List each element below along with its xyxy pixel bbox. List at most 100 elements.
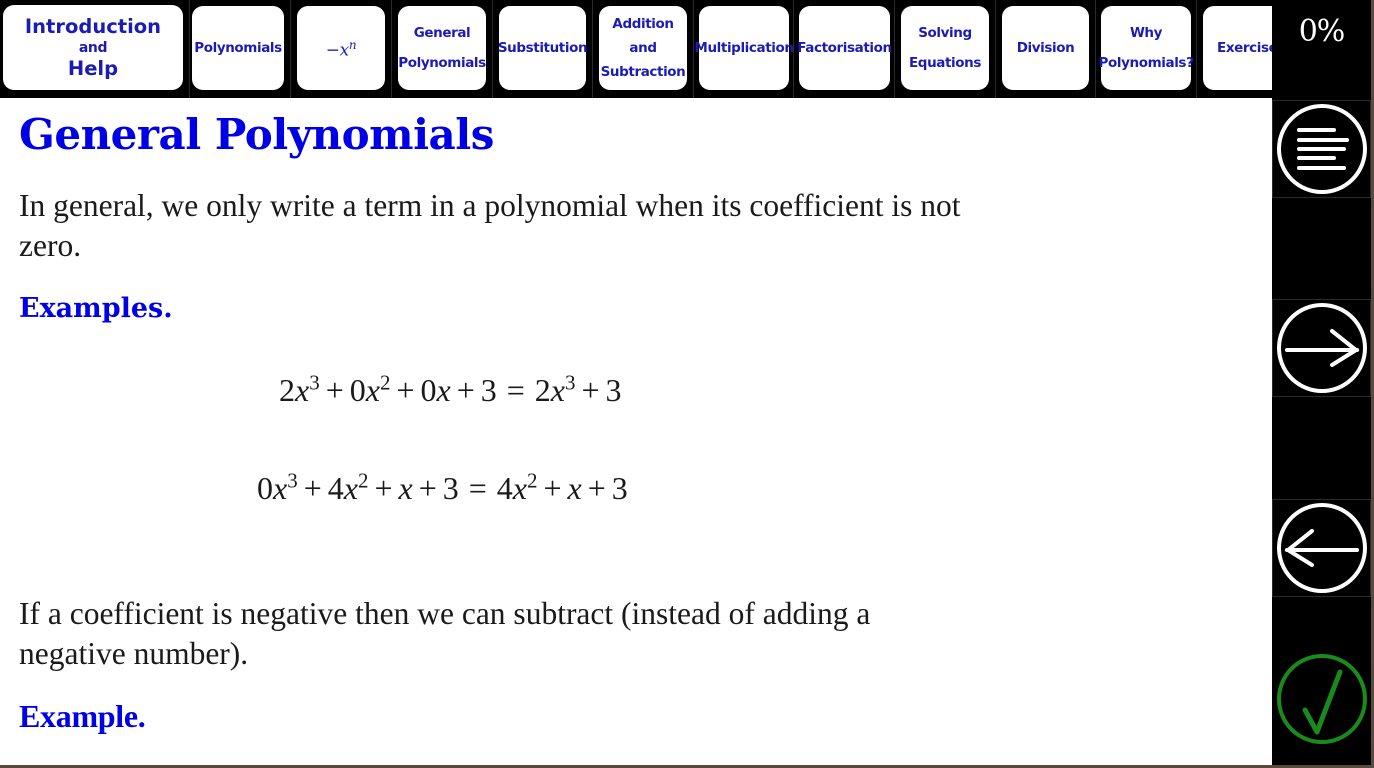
- tab-label-line: Multiplication: [694, 40, 794, 56]
- variable: x: [398, 470, 413, 506]
- tab-label-line: and: [629, 40, 657, 56]
- tab-label-line: Exercises: [1217, 40, 1272, 56]
- coefficient: 3: [611, 470, 628, 506]
- next-page-button[interactable]: [1272, 299, 1371, 397]
- operator: +: [456, 372, 475, 408]
- operator: +: [303, 470, 322, 506]
- tab-negative-x-power-n[interactable]: −xn: [291, 0, 392, 98]
- term: x: [568, 470, 582, 506]
- negative-coefficient-paragraph: If a coefficient is negative then we can…: [19, 596, 871, 671]
- top-navigation-bar: Introduction and Help Polynomials −xn Ge…: [0, 0, 1272, 98]
- variable: x: [343, 470, 358, 506]
- tab-solving-equations[interactable]: Solving Equations: [895, 0, 996, 98]
- right-sidebar: 0%: [1272, 0, 1371, 768]
- examples-heading: Examples.: [19, 293, 173, 324]
- arrow-left-icon: [1276, 503, 1367, 593]
- coefficient: 4: [496, 470, 513, 506]
- term: 3: [612, 470, 628, 506]
- exponent: 3: [309, 370, 320, 395]
- tab-negative-x-power-n-button[interactable]: −xn: [297, 6, 385, 90]
- tab-factorisation[interactable]: Factorisation: [794, 0, 895, 98]
- tab-general-polynomials-button[interactable]: General Polynomials: [398, 6, 486, 90]
- coefficient: 3: [605, 372, 622, 408]
- math-superscript: n: [348, 38, 357, 53]
- tab-division-button[interactable]: Division: [1002, 6, 1089, 90]
- exponent: 3: [287, 468, 298, 493]
- term: 0x3: [257, 470, 298, 506]
- term: 3: [443, 470, 459, 506]
- coefficient: 2: [534, 372, 551, 408]
- previous-page-button[interactable]: [1272, 499, 1371, 597]
- tab-division[interactable]: Division: [996, 0, 1096, 98]
- coefficient: 3: [480, 372, 497, 408]
- equals-sign: =: [468, 470, 487, 506]
- tab-multiplication[interactable]: Multiplication: [694, 0, 794, 98]
- progress-percentage: 0%: [1298, 14, 1346, 49]
- tab-general-polynomials[interactable]: General Polynomials: [392, 0, 493, 98]
- tab-label-line: Subtraction: [600, 64, 686, 80]
- variable: x: [512, 470, 527, 506]
- equation-2: 0x3 +4x2 + x +3 = 4x2 + x +3: [257, 468, 628, 508]
- contents-button[interactable]: [1272, 100, 1371, 198]
- variable: x: [295, 372, 310, 408]
- tab-label-line: Factorisation: [797, 40, 892, 56]
- operator: +: [396, 372, 415, 408]
- equals-sign: =: [506, 372, 525, 408]
- tab-label-line: Substitution: [497, 40, 588, 56]
- tab-label-line: and: [78, 39, 108, 56]
- tab-substitution[interactable]: Substitution: [493, 0, 593, 98]
- tab-label-line: Why: [1129, 25, 1163, 41]
- tab-multiplication-button[interactable]: Multiplication: [694, 6, 794, 90]
- variable: x: [550, 372, 565, 408]
- tab-why-polynomials-button[interactable]: Why Polynomials?: [1099, 6, 1194, 90]
- tab-factorisation-button[interactable]: Factorisation: [797, 6, 892, 90]
- checkmark-icon: [1276, 654, 1367, 744]
- tab-introduction-button[interactable]: Introduction and Help: [3, 5, 183, 90]
- tab-label-line: Polynomials: [194, 40, 282, 56]
- intro-paragraph: In general, we only write a term in a po…: [19, 188, 961, 263]
- term: 2x3: [535, 372, 576, 408]
- tab-label-line: Polynomials: [398, 55, 486, 71]
- tab-addition-and-subtraction[interactable]: Addition and Subtraction: [593, 0, 694, 98]
- tab-label-line: Solving: [918, 25, 972, 41]
- tab-substitution-button[interactable]: Substitution: [497, 6, 588, 90]
- arrow-right-icon: [1276, 303, 1367, 393]
- term: x: [399, 470, 413, 506]
- exponent: 2: [357, 468, 369, 493]
- operator: +: [418, 470, 437, 506]
- term: 0x: [421, 372, 451, 408]
- variable: x: [567, 470, 582, 506]
- tab-label-line: Addition: [612, 16, 674, 32]
- term: 3: [481, 372, 497, 408]
- exponent: 2: [379, 370, 391, 395]
- exponent: 3: [565, 370, 576, 395]
- term: 3: [606, 372, 622, 408]
- tab-exercises-button[interactable]: Exercises: [1203, 6, 1272, 90]
- example-heading: Example.: [19, 698, 146, 734]
- coefficient: 0: [349, 372, 366, 408]
- math-base: −x: [325, 40, 349, 61]
- tab-polynomials[interactable]: Polynomials: [190, 0, 291, 98]
- coefficient: 0: [420, 372, 437, 408]
- tab-introduction-and-help[interactable]: Introduction and Help: [0, 0, 190, 98]
- tab-exercises[interactable]: Exercises: [1197, 0, 1272, 98]
- tab-label-line: Help: [67, 56, 119, 80]
- check-answer-button[interactable]: [1272, 650, 1371, 748]
- equation-1: 2x3 +0x2 +0x +3 = 2x3 +3: [279, 370, 622, 410]
- operator: +: [581, 372, 600, 408]
- coefficient: 4: [327, 470, 344, 506]
- exponent: 2: [527, 468, 538, 493]
- menu-icon: [1276, 104, 1367, 194]
- tab-solving-equations-button[interactable]: Solving Equations: [901, 6, 989, 90]
- variable: x: [365, 372, 380, 408]
- tab-addition-and-subtraction-button[interactable]: Addition and Subtraction: [599, 6, 687, 90]
- tab-why-polynomials[interactable]: Why Polynomials?: [1096, 0, 1197, 98]
- variable: x: [273, 470, 288, 506]
- coefficient: 2: [279, 372, 295, 408]
- tab-polynomials-button[interactable]: Polynomials: [192, 6, 284, 90]
- operator: +: [325, 372, 344, 408]
- tab-label-line: Introduction: [24, 14, 162, 38]
- tab-label-line: General: [413, 25, 471, 41]
- tab-math-label: −xn: [325, 30, 357, 66]
- tab-label-line: Division: [1016, 40, 1075, 56]
